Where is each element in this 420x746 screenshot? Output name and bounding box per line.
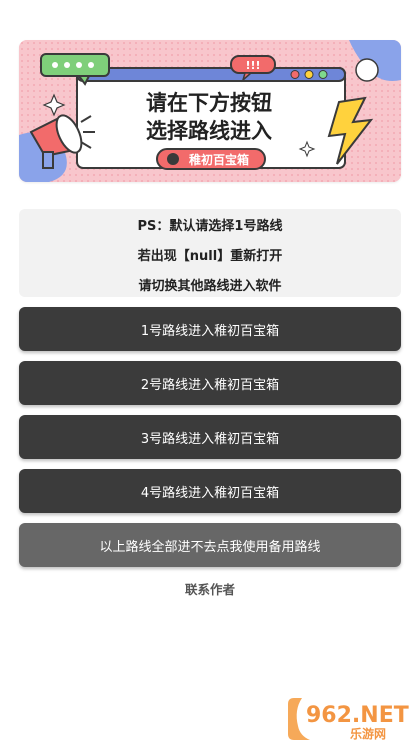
- notice-panel: PS：默认请选择1号路线 若出现【null】重新打开 请切换其他路线进入软件: [19, 209, 401, 297]
- banner-illustration: 请在下方按钮 选择路线进入 稚初百宝箱 !!!: [19, 40, 401, 182]
- route-4-button[interactable]: 4号路线进入稚初百宝箱: [19, 469, 401, 513]
- route-1-button[interactable]: 1号路线进入稚初百宝箱: [19, 307, 401, 351]
- notice-line-2: 若出现【null】重新打开: [137, 249, 283, 264]
- svg-text:962.NET: 962.NET: [306, 703, 409, 728]
- bubble-text: !!!: [245, 59, 260, 72]
- route-2-button[interactable]: 2号路线进入稚初百宝箱: [19, 361, 401, 405]
- banner-title-line2: 选择路线进入: [146, 119, 272, 143]
- site-watermark-logo: 962.NET 乐游网: [288, 698, 409, 741]
- backup-route-button[interactable]: 以上路线全部进不去点我使用备用路线: [19, 523, 401, 567]
- notice-line-3: 请切换其他路线进入软件: [138, 279, 282, 294]
- route-3-button[interactable]: 3号路线进入稚初百宝箱: [19, 415, 401, 459]
- notice-line-1: PS：默认请选择1号路线: [137, 219, 283, 234]
- contact-author-link[interactable]: 联系作者: [0, 579, 420, 598]
- banner-badge-text: 稚初百宝箱: [189, 152, 249, 167]
- svg-text:乐游网: 乐游网: [350, 726, 386, 741]
- header-banner: 请在下方按钮 选择路线进入 稚初百宝箱 !!!: [19, 40, 401, 182]
- banner-title-line1: 请在下方按钮: [146, 91, 272, 115]
